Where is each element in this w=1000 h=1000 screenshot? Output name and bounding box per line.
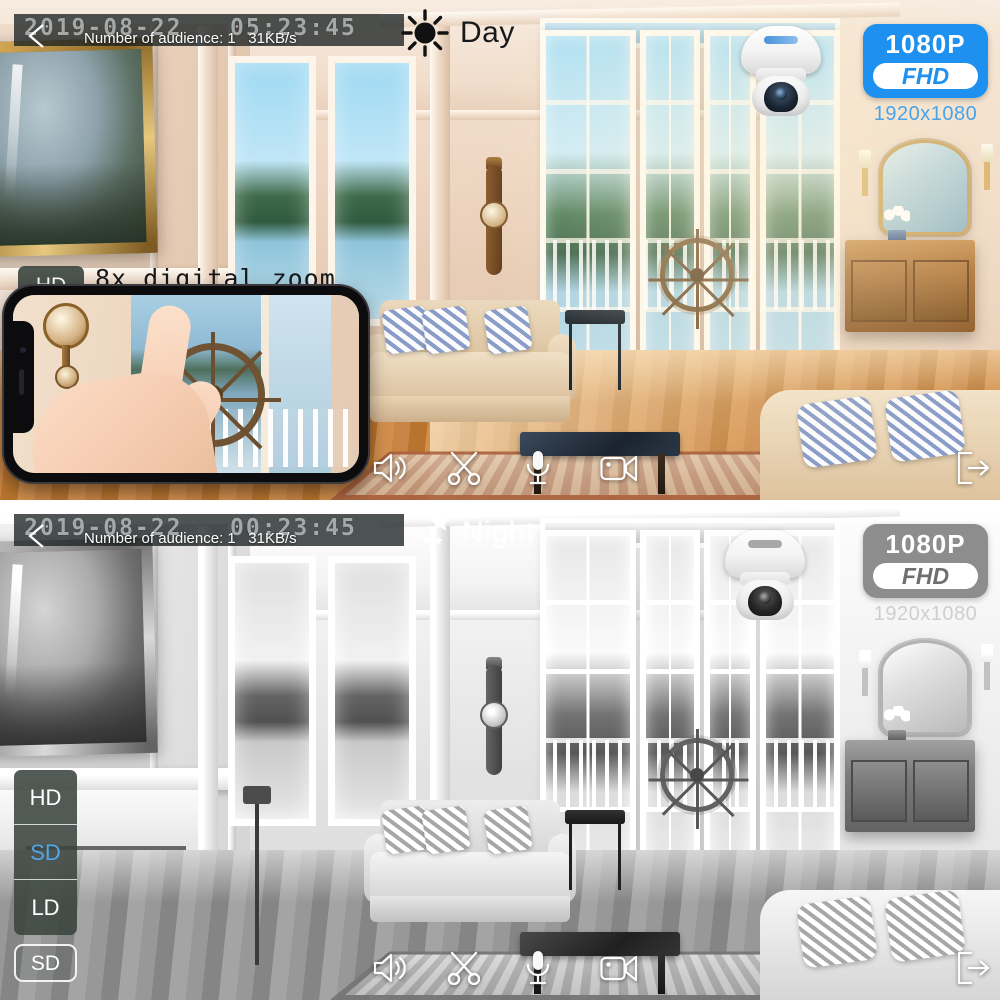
microphone-button[interactable] (524, 950, 552, 991)
quality-option-ld[interactable]: LD (14, 880, 77, 935)
quality-option-hd[interactable]: HD (14, 770, 77, 825)
microphone-icon (526, 450, 550, 484)
day-fhd-tag: FHD (873, 63, 978, 89)
night-camera-preview: 2019-08-22 00:23:45 Number of audience: … (0, 500, 1000, 1000)
night-scene-image (0, 500, 1000, 1000)
orchid-plant (884, 706, 910, 744)
ships-wheel-decor (648, 229, 748, 329)
volume-button[interactable] (372, 952, 406, 989)
ptz-camera-device (738, 24, 824, 116)
night-resolution-badge: 1080P FHD 1920x1080 (863, 524, 988, 626)
speaker-icon (373, 453, 406, 482)
ptz-camera-device (722, 528, 808, 620)
framed-painting (0, 37, 158, 258)
snapshot-button[interactable] (447, 451, 481, 490)
back-button[interactable] (26, 22, 48, 50)
pinch-gesture-hand (22, 297, 243, 473)
candle-sconce (859, 150, 871, 196)
ships-wheel-decor (648, 729, 748, 829)
day-camera-preview: 2019-08-22 05:23:45 Number of audience: … (0, 0, 1000, 500)
scissors-icon (447, 451, 481, 485)
snapshot-button[interactable] (447, 951, 481, 990)
exit-arrow-icon (957, 451, 990, 484)
back-arrow-icon (28, 524, 44, 548)
sofa (364, 300, 576, 422)
night-audience-status: Number of audience: 1 31KB/s (84, 530, 297, 547)
sun-icon (401, 9, 449, 57)
exit-button[interactable] (957, 451, 990, 489)
wall-barometer (480, 657, 508, 775)
record-button[interactable] (600, 454, 638, 487)
exit-button[interactable] (957, 951, 990, 989)
microphone-icon (526, 950, 550, 984)
end-table (565, 310, 625, 390)
back-arrow-icon (28, 24, 44, 48)
volume-button[interactable] (372, 452, 406, 489)
product-feature-collage: 2019-08-22 05:23:45 Number of audience: … (0, 0, 1000, 1000)
framed-painting (0, 537, 158, 758)
video-camera-icon (600, 455, 638, 481)
record-button[interactable] (600, 954, 638, 987)
night-fhd-tag: FHD (873, 563, 978, 589)
day-mode-text: Day (460, 16, 515, 49)
night-mode-text: Night (462, 516, 535, 549)
speaker-icon (373, 953, 406, 982)
night-mode-label: Night (400, 508, 535, 558)
end-table (565, 810, 625, 890)
night-bottom-toolbar (0, 940, 1000, 1000)
orchid-plant (884, 206, 910, 244)
night-dimensions-text: 1920x1080 (873, 603, 978, 625)
day-mode-label: Day (400, 8, 515, 58)
sofa (364, 800, 576, 922)
scissors-icon (447, 951, 481, 985)
day-resolution-text: 1080P (885, 29, 966, 59)
video-camera-icon (600, 955, 638, 981)
day-resolution-badge: 1080P FHD 1920x1080 (863, 24, 988, 126)
exit-arrow-icon (957, 951, 990, 984)
antique-sideboard (845, 240, 975, 332)
back-button[interactable] (26, 522, 48, 550)
quality-options-stack: HD SD LD (14, 770, 77, 935)
candle-sconce (981, 144, 993, 190)
quality-option-sd[interactable]: SD (14, 825, 77, 880)
microphone-button[interactable] (524, 450, 552, 491)
night-resolution-text: 1080P (885, 529, 966, 559)
moon-stars-icon (410, 512, 450, 555)
antique-sideboard (845, 740, 975, 832)
day-audience-status: Number of audience: 1 31KB/s (84, 30, 297, 47)
day-dimensions-text: 1920x1080 (873, 103, 978, 125)
wall-barometer (480, 157, 508, 275)
phone-notch (13, 321, 34, 433)
